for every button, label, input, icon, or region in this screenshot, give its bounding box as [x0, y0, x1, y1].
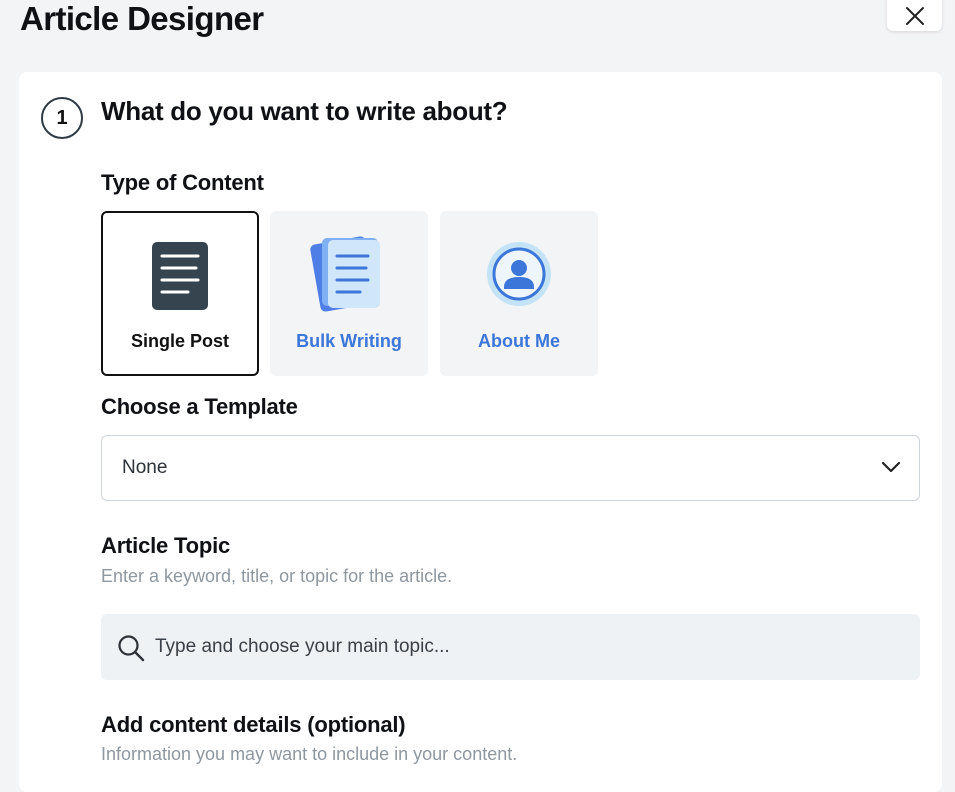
topic-search-box: [101, 614, 920, 680]
template-label: Choose a Template: [101, 394, 298, 419]
page-title: Article Designer: [20, 0, 264, 37]
search-icon: [118, 635, 145, 662]
content-type-label: Type of Content: [101, 170, 264, 195]
content-type-single-post[interactable]: Single Post: [101, 211, 259, 376]
user-circle-icon: [487, 242, 551, 306]
document-icon: [152, 242, 208, 310]
template-select-value: None: [122, 457, 168, 478]
article-form-card: 1 What do you want to write about? Type …: [19, 72, 942, 792]
template-select[interactable]: None: [101, 435, 920, 501]
step-title: What do you want to write about?: [101, 96, 508, 126]
step-number: 1: [41, 97, 83, 139]
tile-label: About Me: [478, 331, 560, 351]
details-label: Add content details (optional): [101, 712, 406, 737]
tile-label: Single Post: [130, 331, 229, 351]
close-button[interactable]: [887, 0, 942, 31]
chevron-down-icon: [881, 461, 901, 473]
documents-stack-icon: [310, 236, 380, 312]
details-description: Information you may want to include in y…: [101, 744, 518, 764]
close-icon: [905, 6, 924, 25]
topic-description: Enter a keyword, title, or topic for the…: [101, 566, 453, 586]
content-type-bulk-writing[interactable]: Bulk Writing: [270, 211, 428, 376]
content-type-about-me[interactable]: About Me: [440, 211, 598, 376]
tile-label: Bulk Writing: [296, 331, 402, 351]
topic-label: Article Topic: [101, 533, 231, 558]
topic-search-input[interactable]: [155, 614, 895, 680]
